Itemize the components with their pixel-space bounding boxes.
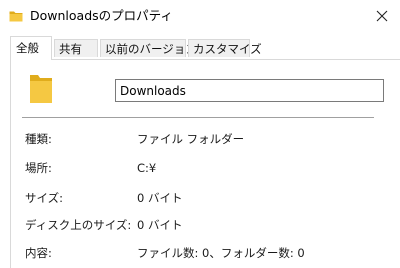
contains-value: ファイル数: 0、フォルダー数: 0	[137, 246, 305, 260]
separator	[22, 117, 374, 118]
size-label: サイズ:	[25, 191, 64, 205]
type-label: 種類:	[25, 132, 52, 146]
folder-icon	[29, 72, 53, 106]
size-on-disk-label: ディスク上のサイズ:	[25, 218, 132, 232]
close-icon	[376, 10, 388, 22]
location-value: C:¥	[137, 161, 157, 175]
title-bar[interactable]: Downloadsのプロパティ	[0, 0, 400, 32]
tab-general[interactable]: 全般	[10, 36, 52, 60]
tab-previous-versions[interactable]: 以前のバージョン	[100, 39, 197, 57]
type-value: ファイル フォルダー	[137, 132, 245, 146]
folder-name-input[interactable]	[115, 79, 384, 102]
size-on-disk-value: 0 バイト	[137, 218, 183, 232]
window-title: Downloadsのプロパティ	[30, 8, 173, 23]
tab-customize[interactable]: カスタマイズ	[188, 39, 262, 57]
properties-window: Downloadsのプロパティ 全般 共有 以前のバージョン カスタマイズ 種類…	[0, 0, 400, 268]
tab-sharing[interactable]: 共有	[54, 39, 98, 57]
folder-icon	[9, 8, 23, 22]
close-button[interactable]	[364, 0, 400, 32]
contains-label: 内容:	[25, 246, 52, 260]
tab-strip: 全般 共有 以前のバージョン カスタマイズ	[0, 36, 400, 60]
location-label: 場所:	[25, 161, 52, 175]
size-value: 0 バイト	[137, 191, 183, 205]
